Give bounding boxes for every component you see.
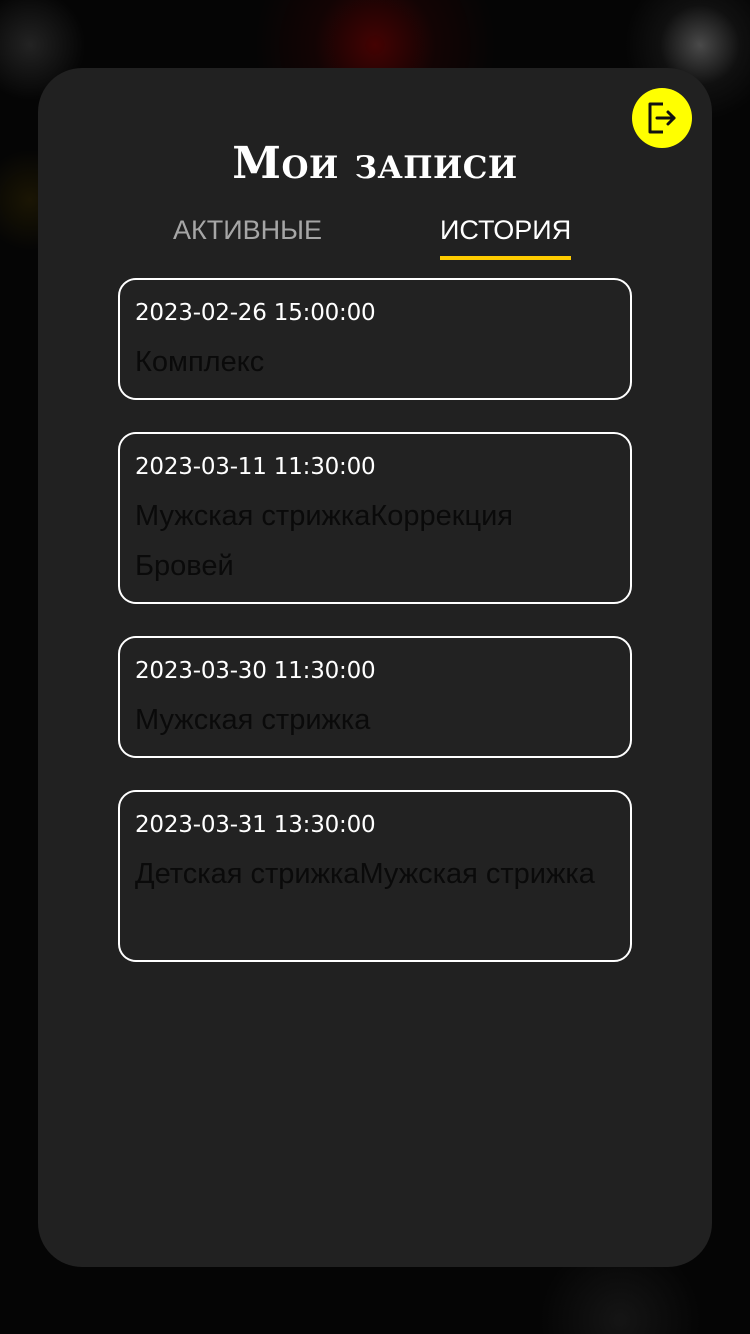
appointment-service: Детская стрижкаМужская стрижка [135, 858, 595, 890]
appointment-datetime: 2023-03-11 11:30:00 [135, 454, 376, 480]
appointments-modal: Мои записи АКТИВНЫЕ ИСТОРИЯ 2023-02-26 1… [38, 68, 712, 1267]
appointment-service: Мужская стрижка [135, 704, 371, 736]
appointment-card[interactable]: 2023-03-30 11:30:00 Мужская стрижка [118, 636, 632, 758]
appointment-datetime: 2023-02-26 15:00:00 [135, 300, 376, 326]
tab-active[interactable]: АКТИВНЫЕ [173, 215, 322, 246]
appointment-card[interactable]: 2023-02-26 15:00:00 Комплекс [118, 278, 632, 400]
logout-icon [648, 102, 676, 134]
appointment-datetime: 2023-03-30 11:30:00 [135, 658, 376, 684]
page-title: Мои записи [232, 138, 518, 189]
appointment-card[interactable]: 2023-03-31 13:30:00 Детская стрижкаМужск… [118, 790, 632, 962]
appointment-datetime: 2023-03-31 13:30:00 [135, 812, 376, 838]
tab-history[interactable]: ИСТОРИЯ [440, 215, 572, 260]
appointment-service: Комплекс [135, 346, 265, 378]
appointment-service: Мужская стрижкаКоррекция Бровей [135, 500, 513, 582]
appointment-card[interactable]: 2023-03-11 11:30:00 Мужская стрижкаКорре… [118, 432, 632, 604]
